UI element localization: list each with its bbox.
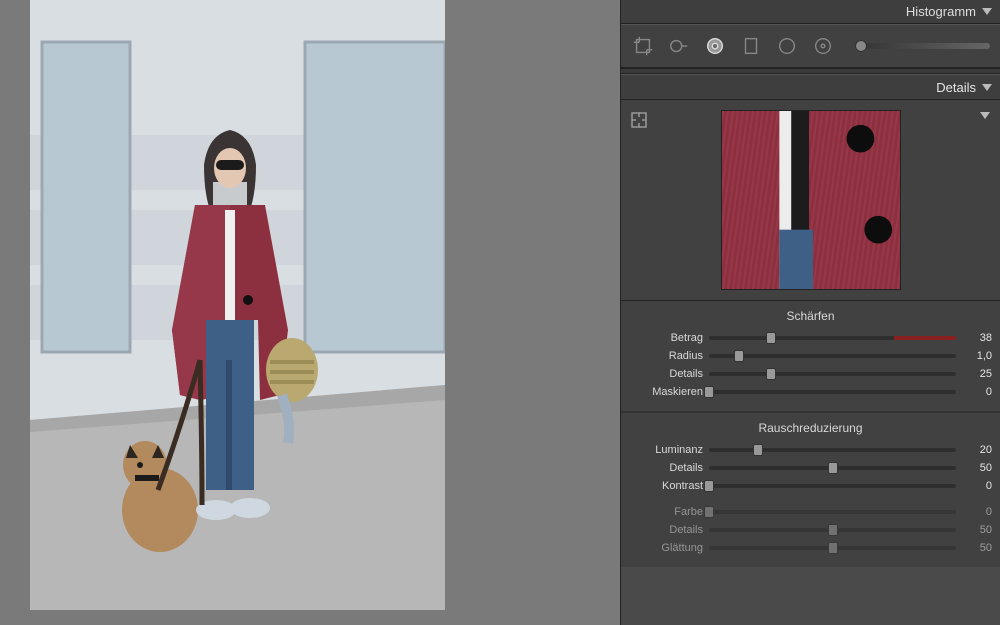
- graduated-filter-tool-icon[interactable]: [739, 34, 763, 58]
- slider-knob[interactable]: [753, 444, 763, 456]
- slider-knob[interactable]: [734, 350, 744, 362]
- sharpen-detail-row: Details 25: [629, 365, 992, 383]
- slider-knob[interactable]: [704, 480, 714, 492]
- chevron-down-icon: [982, 84, 992, 91]
- slider-knob[interactable]: [828, 524, 838, 536]
- slider-knob[interactable]: [828, 542, 838, 554]
- adjustment-brush-tool-icon[interactable]: [811, 34, 835, 58]
- slider-label: Details: [629, 368, 703, 380]
- slider-label: Betrag: [629, 332, 703, 344]
- sharpen-masking-row: Maskieren 0: [629, 383, 992, 401]
- slider-label: Radius: [629, 350, 703, 362]
- slider-knob[interactable]: [766, 368, 776, 380]
- slider-label: Luminanz: [629, 444, 703, 456]
- sharpen-radius-row: Radius 1,0: [629, 347, 992, 365]
- main-photo[interactable]: [30, 0, 445, 610]
- toolbar-exposure-slider[interactable]: [855, 43, 990, 49]
- noise-luminance-row: Luminanz 20: [629, 441, 992, 459]
- slider-label: Glättung: [629, 542, 703, 554]
- slider-label: Details: [629, 524, 703, 536]
- slider-knob[interactable]: [704, 506, 714, 518]
- noise-reduction-group: Rauschreduzierung Luminanz 20 Details 50…: [621, 413, 1000, 567]
- noise-color-detail-row: Details 50: [629, 521, 992, 539]
- slider-value[interactable]: 1,0: [962, 350, 992, 362]
- details-title: Details: [936, 80, 976, 95]
- slider-knob[interactable]: [766, 332, 776, 344]
- sharpen-group: Schärfen Betrag 38 Radius 1,0 Details 25…: [621, 301, 1000, 411]
- noise-lum-contrast-row: Kontrast 0: [629, 477, 992, 495]
- slider-value[interactable]: 50: [962, 542, 992, 554]
- slider-value[interactable]: 25: [962, 368, 992, 380]
- slider-value[interactable]: 50: [962, 524, 992, 536]
- tool-strip: [621, 24, 1000, 68]
- slider-value[interactable]: 0: [962, 506, 992, 518]
- sharpen-title: Schärfen: [629, 309, 992, 323]
- details-header[interactable]: Details: [621, 74, 1000, 100]
- sharpen-amount-slider[interactable]: [709, 336, 956, 340]
- noise-lum-detail-slider[interactable]: [709, 466, 956, 470]
- noise-color-detail-slider[interactable]: [709, 528, 956, 532]
- detail-preview-area: [621, 100, 1000, 301]
- slider-label: Details: [629, 462, 703, 474]
- slider-label: Maskieren: [629, 386, 703, 398]
- slider-value[interactable]: 0: [962, 480, 992, 492]
- slider-value[interactable]: 50: [962, 462, 992, 474]
- sharpen-amount-row: Betrag 38: [629, 329, 992, 347]
- crop-tool-icon[interactable]: [631, 34, 655, 58]
- noise-color-smooth-row: Glättung 50: [629, 539, 992, 557]
- noise-luminance-slider[interactable]: [709, 448, 956, 452]
- noise-lum-contrast-slider[interactable]: [709, 484, 956, 488]
- spot-removal-tool-icon[interactable]: [667, 34, 691, 58]
- detail-preview-thumbnail[interactable]: [721, 110, 901, 290]
- redeye-tool-icon[interactable]: [703, 34, 727, 58]
- slider-label: Farbe: [629, 506, 703, 518]
- sharpen-radius-slider[interactable]: [709, 354, 956, 358]
- histogram-header[interactable]: Histogramm: [621, 0, 1000, 24]
- noise-title: Rauschreduzierung: [629, 421, 992, 435]
- slider-value[interactable]: 20: [962, 444, 992, 456]
- sharpen-detail-slider[interactable]: [709, 372, 956, 376]
- right-panel: Histogramm Details: [620, 0, 1000, 625]
- preview-target-icon[interactable]: [631, 112, 647, 128]
- slider-knob[interactable]: [704, 386, 714, 398]
- slider-label: Kontrast: [629, 480, 703, 492]
- canvas-area[interactable]: [0, 0, 620, 625]
- noise-lum-detail-row: Details 50: [629, 459, 992, 477]
- sharpen-masking-slider[interactable]: [709, 390, 956, 394]
- slider-knob[interactable]: [828, 462, 838, 474]
- slider-value[interactable]: 0: [962, 386, 992, 398]
- chevron-down-icon[interactable]: [980, 112, 990, 119]
- slider-knob[interactable]: [855, 40, 867, 52]
- histogram-title: Histogramm: [906, 4, 976, 19]
- radial-filter-tool-icon[interactable]: [775, 34, 799, 58]
- noise-color-row: Farbe 0: [629, 503, 992, 521]
- slider-value[interactable]: 38: [962, 332, 992, 344]
- noise-color-slider[interactable]: [709, 510, 956, 514]
- chevron-down-icon: [982, 8, 992, 15]
- noise-color-smooth-slider[interactable]: [709, 546, 956, 550]
